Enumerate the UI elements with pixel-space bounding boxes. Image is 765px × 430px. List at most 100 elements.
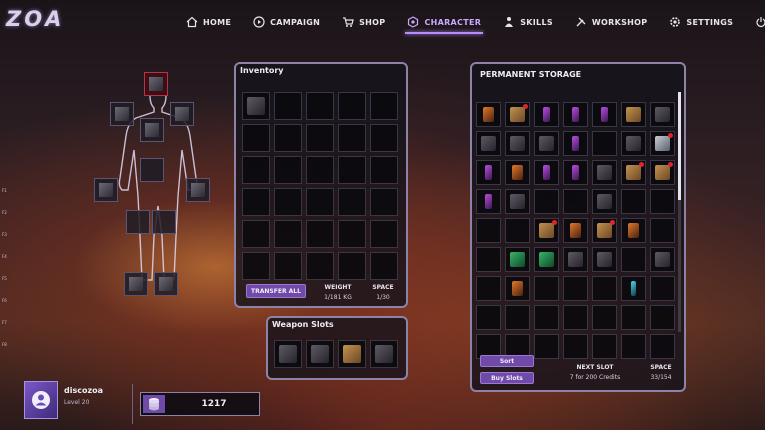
empty-slot[interactable]: [306, 92, 334, 120]
empty-slot[interactable]: [306, 156, 334, 184]
sort-button[interactable]: Sort: [480, 355, 534, 367]
foot-left-slot[interactable]: [124, 272, 148, 296]
quickbar-item[interactable]: F6: [2, 298, 20, 308]
empty-slot[interactable]: [476, 305, 501, 330]
empty-slot[interactable]: [592, 305, 617, 330]
empty-slot[interactable]: [370, 124, 398, 152]
empty-slot[interactable]: [242, 156, 270, 184]
empty-slot[interactable]: [592, 334, 617, 359]
empty-slot[interactable]: [306, 188, 334, 216]
empty-slot[interactable]: [650, 276, 675, 301]
empty-slot[interactable]: [338, 220, 366, 248]
empty-slot[interactable]: [650, 218, 675, 243]
empty-slot[interactable]: [592, 276, 617, 301]
item-slot[interactable]: [505, 160, 530, 185]
item-slot[interactable]: [505, 102, 530, 127]
quickbar-item[interactable]: F5: [2, 276, 20, 286]
item-slot[interactable]: [621, 102, 646, 127]
transfer-all-button[interactable]: TRANSFER ALL: [246, 284, 306, 298]
item-slot[interactable]: [306, 340, 334, 368]
empty-slot[interactable]: [650, 305, 675, 330]
item-slot[interactable]: [563, 102, 588, 127]
empty-slot[interactable]: [274, 156, 302, 184]
quickbar-item[interactable]: F8: [2, 342, 20, 352]
empty-slot[interactable]: [476, 218, 501, 243]
empty-slot[interactable]: [306, 252, 334, 280]
empty-slot[interactable]: [370, 188, 398, 216]
empty-slot[interactable]: [370, 252, 398, 280]
empty-slot[interactable]: [274, 188, 302, 216]
avatar[interactable]: [24, 381, 58, 419]
quickbar-item[interactable]: F4: [2, 254, 20, 264]
empty-slot[interactable]: [274, 220, 302, 248]
empty-slot[interactable]: [621, 247, 646, 272]
item-slot[interactable]: [650, 160, 675, 185]
item-slot[interactable]: [534, 131, 559, 156]
quickbar-item[interactable]: F7: [2, 320, 20, 330]
item-slot[interactable]: [274, 340, 302, 368]
empty-slot[interactable]: [563, 276, 588, 301]
foot-right-slot[interactable]: [154, 272, 178, 296]
nav-exit[interactable]: EXIT: [755, 14, 765, 30]
empty-slot[interactable]: [592, 131, 617, 156]
item-slot[interactable]: [476, 102, 501, 127]
item-slot[interactable]: [476, 160, 501, 185]
empty-slot[interactable]: [650, 334, 675, 359]
nav-settings[interactable]: SETTINGS: [669, 14, 733, 30]
item-slot[interactable]: [476, 189, 501, 214]
empty-slot[interactable]: [242, 220, 270, 248]
empty-slot[interactable]: [338, 124, 366, 152]
empty-slot[interactable]: [650, 189, 675, 214]
item-slot[interactable]: [505, 276, 530, 301]
empty-slot[interactable]: [476, 247, 501, 272]
nav-home[interactable]: HOME: [186, 14, 231, 30]
empty-slot[interactable]: [621, 189, 646, 214]
empty-slot[interactable]: [534, 276, 559, 301]
chest-slot[interactable]: [140, 118, 164, 142]
nav-skills[interactable]: SKILLS: [503, 14, 553, 30]
item-slot[interactable]: [338, 340, 366, 368]
leg-left-slot[interactable]: [126, 210, 150, 234]
item-slot[interactable]: [592, 218, 617, 243]
empty-slot[interactable]: [621, 334, 646, 359]
item-slot[interactable]: [650, 131, 675, 156]
empty-slot[interactable]: [242, 252, 270, 280]
item-slot[interactable]: [370, 340, 398, 368]
empty-slot[interactable]: [274, 92, 302, 120]
item-slot[interactable]: [650, 247, 675, 272]
quickbar-item[interactable]: F2: [2, 210, 20, 220]
nav-workshop[interactable]: WORKSHOP: [575, 14, 648, 30]
item-slot[interactable]: [563, 247, 588, 272]
empty-slot[interactable]: [338, 92, 366, 120]
item-slot[interactable]: [476, 131, 501, 156]
empty-slot[interactable]: [476, 276, 501, 301]
shoulder-left-slot[interactable]: [110, 102, 134, 126]
empty-slot[interactable]: [563, 305, 588, 330]
item-slot[interactable]: [534, 218, 559, 243]
item-slot[interactable]: [242, 92, 270, 120]
storage-scrollbar[interactable]: [678, 92, 681, 332]
item-slot[interactable]: [534, 160, 559, 185]
empty-slot[interactable]: [306, 124, 334, 152]
empty-slot[interactable]: [621, 305, 646, 330]
empty-slot[interactable]: [338, 156, 366, 184]
item-slot[interactable]: [563, 131, 588, 156]
empty-slot[interactable]: [370, 156, 398, 184]
quickbar-item[interactable]: F3: [2, 232, 20, 242]
empty-slot[interactable]: [306, 220, 334, 248]
empty-slot[interactable]: [563, 189, 588, 214]
item-slot[interactable]: [534, 247, 559, 272]
empty-slot[interactable]: [274, 124, 302, 152]
nav-character[interactable]: CHARACTER: [405, 14, 483, 34]
item-slot[interactable]: [505, 247, 530, 272]
nav-campaign[interactable]: CAMPAIGN: [253, 14, 320, 30]
head-slot[interactable]: [144, 72, 168, 96]
empty-slot[interactable]: [563, 334, 588, 359]
item-slot[interactable]: [621, 218, 646, 243]
item-slot[interactable]: [650, 102, 675, 127]
item-slot[interactable]: [592, 160, 617, 185]
item-slot[interactable]: [592, 189, 617, 214]
nav-shop[interactable]: SHOP: [342, 14, 385, 30]
item-slot[interactable]: [505, 131, 530, 156]
item-slot[interactable]: [563, 160, 588, 185]
